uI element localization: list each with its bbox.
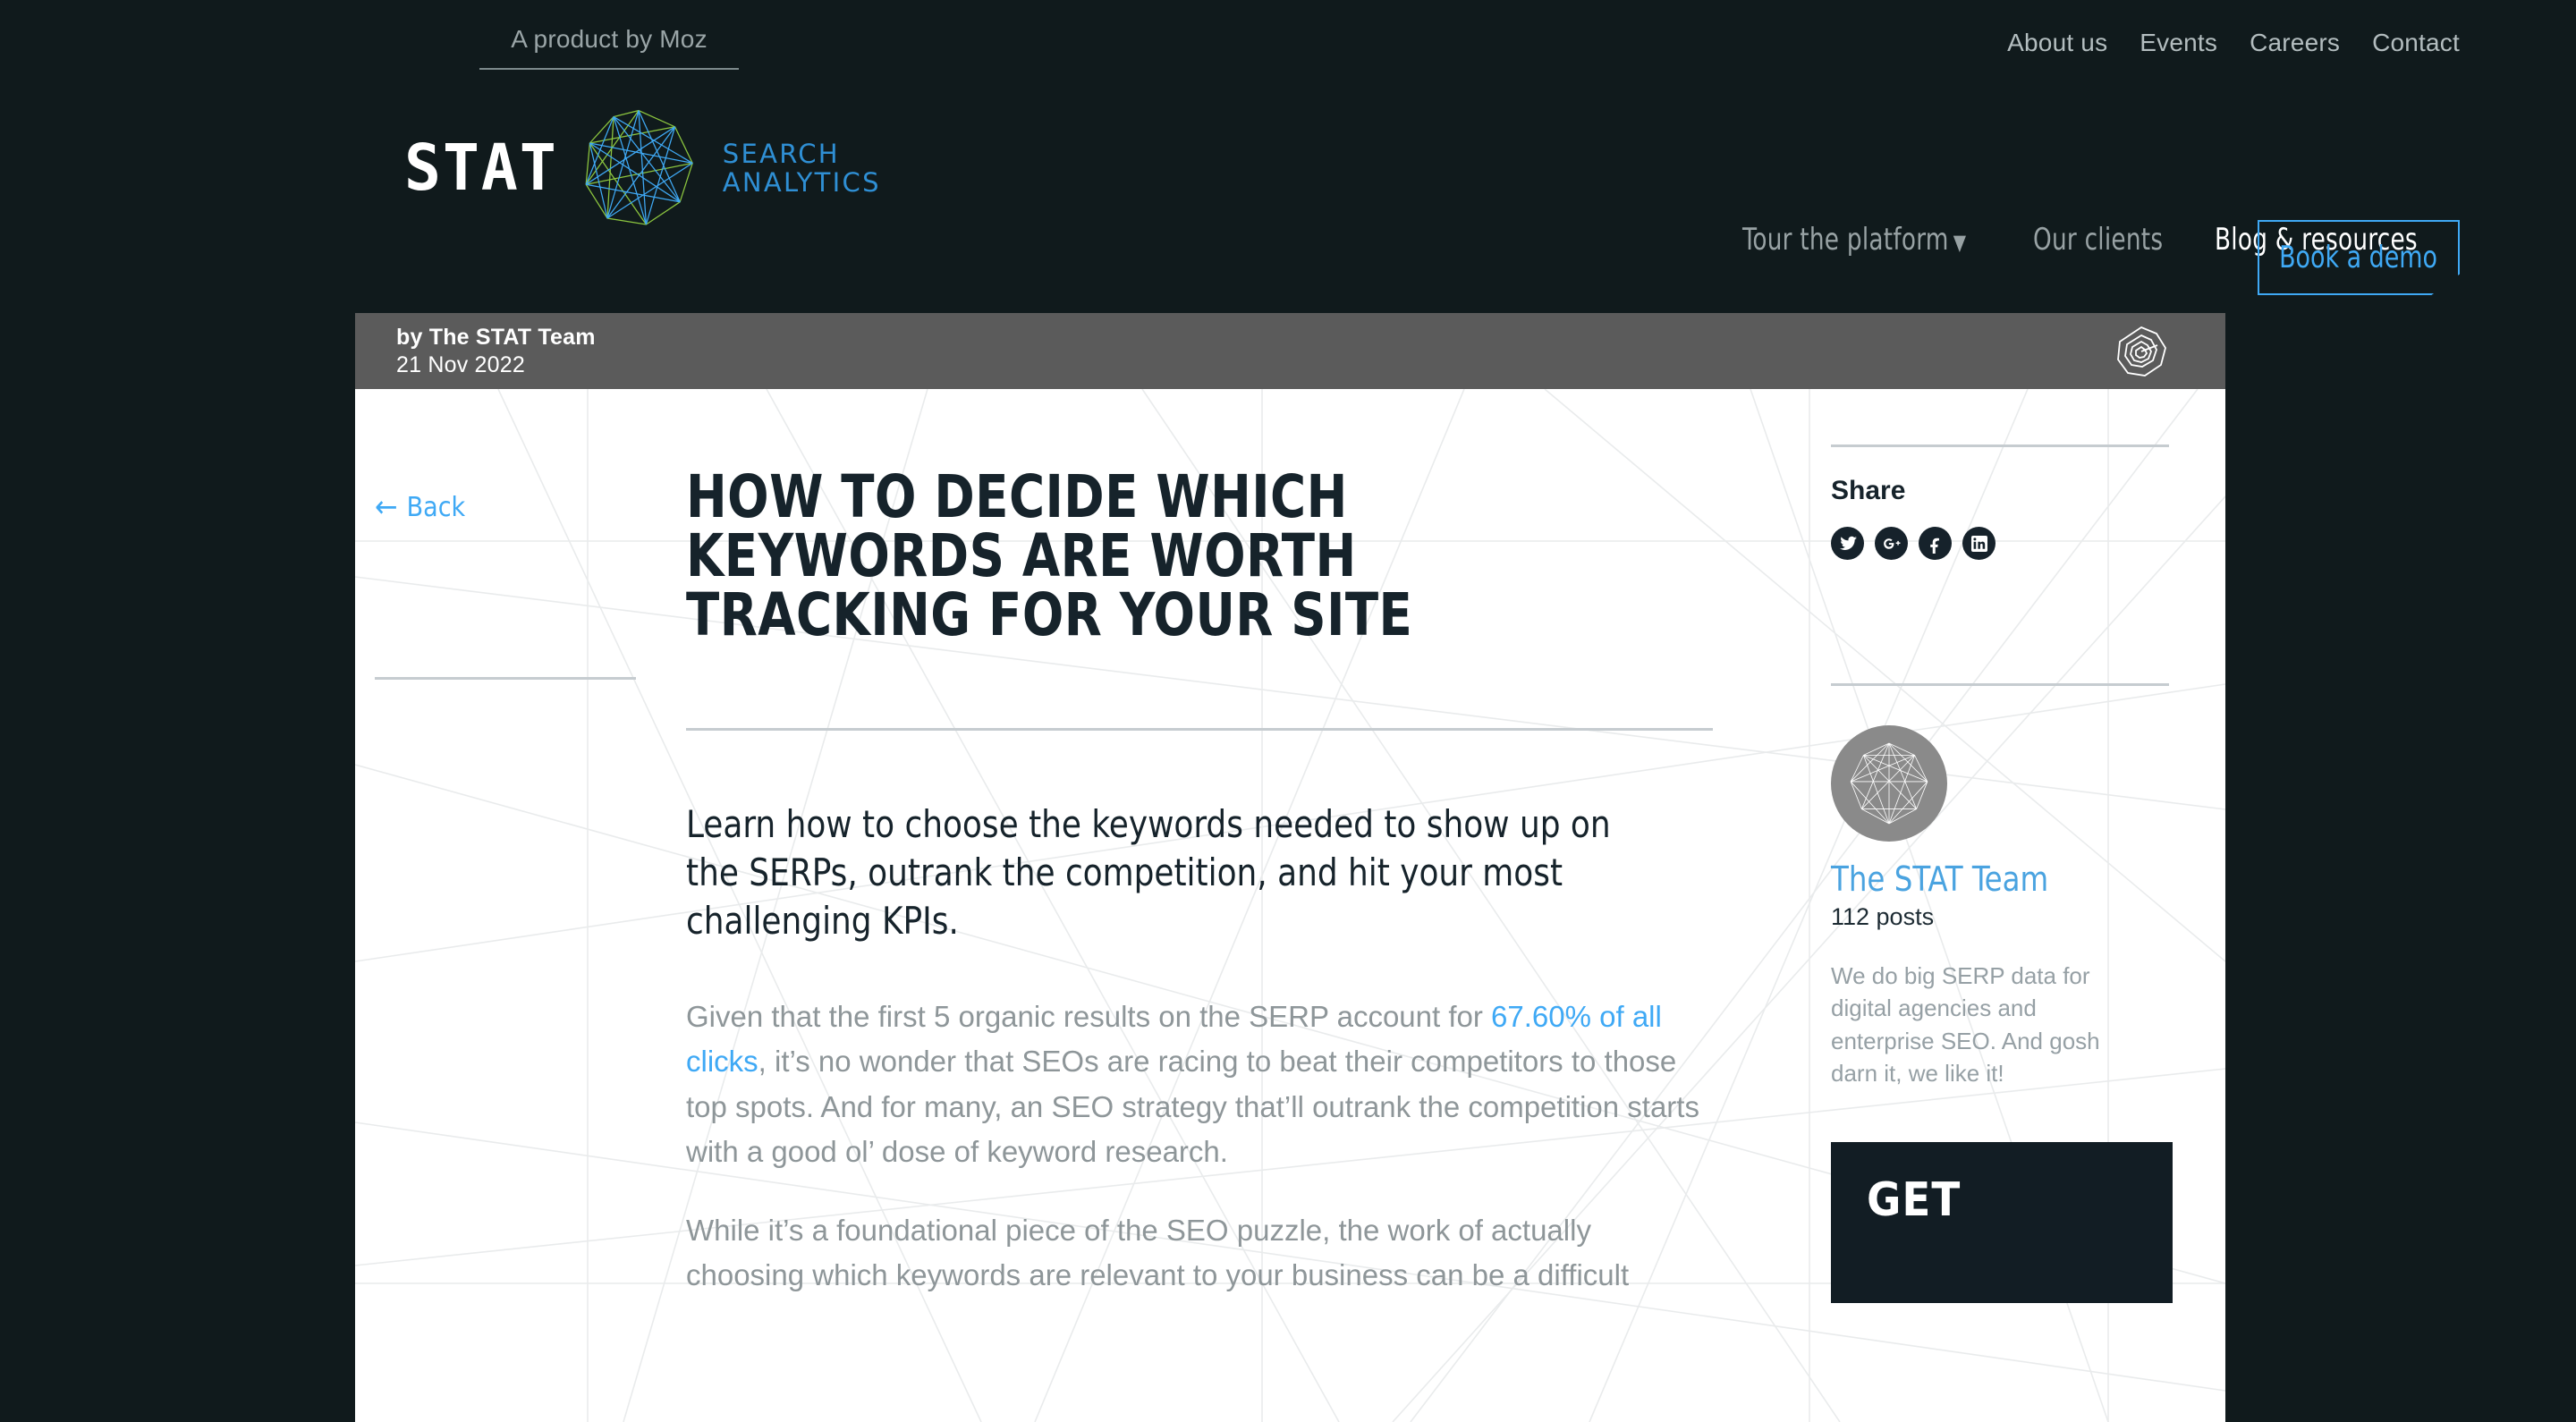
article-byline: by The STAT Team 21 Nov 2022 [396,324,596,378]
back-link[interactable]: ← Back [375,489,465,525]
author-name-link[interactable]: The STAT Team [1831,859,2166,899]
utility-nav-item-careers[interactable]: Careers [2250,29,2340,57]
logo-subtitle-line2: ANALYTICS [722,167,881,198]
page-title: How to decide which keywords are worth t… [686,462,1413,649]
author-bio: We do big SERP data for digital agencies… [1831,962,2100,1088]
chevron-down-icon: ▼ [1953,230,1967,255]
arrow-left-icon: ← [375,489,398,525]
sidebar-divider-mid [1831,683,2169,686]
utility-nav-item-events[interactable]: Events [2140,29,2217,57]
share-heading: Share [1831,476,1906,505]
main-nav-label-tour: Tour the platform [1742,222,1949,258]
google-plus-icon[interactable] [1875,527,1908,560]
back-link-label: Back [406,491,466,523]
article-main-column: How to decide which keywords are worth t… [659,389,1791,1422]
utility-bar: A product by Moz About us Events Careers… [0,0,2576,89]
logo-wordmark: STAT [404,131,558,206]
stat-target-spiral-icon [2114,325,2168,378]
network-polygon-icon [571,106,707,231]
share-buttons [1831,527,2184,560]
book-a-demo-button[interactable]: Book a demo [2258,220,2460,295]
utility-nav: About us Events Careers Contact [2007,29,2460,57]
article-left-column: ← Back [355,389,659,1422]
article-panel: by The STAT Team 21 Nov 2022 ← Back HOW … [355,313,2225,1422]
linkedin-icon[interactable] [1962,527,1996,560]
facebook-icon[interactable] [1919,527,1952,560]
logo-subtitle-line1: SEARCH [722,138,840,169]
newsletter-cta-text: GET [1867,1172,1962,1227]
paragraph-1-after: , it’s no wonder that SEOs are racing to… [686,1045,1699,1168]
article-sidebar: Share The STAT Team 112 posts We do big … [1791,389,2184,1422]
article-lede: Learn how to choose the keywords needed … [686,802,1611,943]
left-divider [375,677,636,680]
twitter-icon[interactable] [1831,527,1864,560]
title-divider [686,728,1713,731]
avatar [1831,725,1947,842]
paragraph-2-text: While it’s a foundational piece of the S… [686,1213,1630,1292]
network-polygon-avatar-icon [1850,742,1928,825]
logo-subtitle: SEARCH ANALYTICS [722,138,881,198]
utility-nav-item-contact[interactable]: Contact [2372,29,2460,57]
article-paragraph-1: Given that the first 5 organic results o… [686,995,1715,1174]
newsletter-cta-box[interactable]: GET [1831,1141,2173,1303]
paragraph-1-before: Given that the first 5 organic results o… [686,1000,1492,1034]
site-header: STAT SEARCH ANALYTICS Tour the platform … [0,89,2576,313]
utility-nav-item-about-us[interactable]: About us [2007,29,2107,57]
article-date: 21 Nov 2022 [396,351,525,377]
sidebar-divider-top [1831,444,2169,447]
site-logo[interactable]: STAT SEARCH ANALYTICS [404,106,881,231]
article-meta-bar: by The STAT Team 21 Nov 2022 [355,313,2225,389]
article-paragraph-2: While it’s a foundational piece of the S… [686,1208,1715,1298]
article-author-name: by The STAT Team [396,325,596,350]
article-body: ← Back How to decide which keywords are … [355,389,2225,1422]
book-a-demo-label: Book a demo [2279,240,2438,275]
product-by-moz-label: A product by Moz [479,25,739,70]
main-nav-item-tour-the-platform[interactable]: Tour the platform ▼ [1742,222,1966,258]
main-nav-item-our-clients[interactable]: Our clients [2033,222,2163,258]
author-post-count: 112 posts [1831,903,1935,930]
